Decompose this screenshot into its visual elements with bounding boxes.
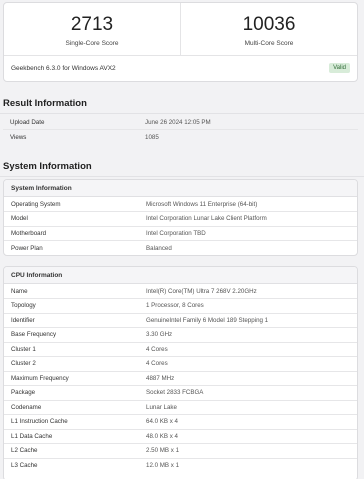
system-info-card: System Information Operating System Micro…: [3, 179, 358, 256]
single-core-value: 2713: [70, 14, 114, 35]
row-value: Intel Corporation TBD: [146, 225, 357, 241]
valid-badge: Valid: [329, 63, 350, 73]
row-value: 12.0 MB x 1: [146, 457, 357, 473]
single-core-score: 2713 Single-Core Score: [4, 3, 180, 55]
system-info-title: System Information: [3, 161, 92, 172]
row-value: Lunar Lake: [146, 399, 357, 415]
row-key: L1 Data Cache: [4, 428, 146, 444]
table-row: Operating System Microsoft Windows 11 Ent…: [4, 197, 357, 212]
row-key: Topology: [4, 298, 146, 313]
table-row: L2 Cache 2.50 MB x 1: [4, 443, 357, 458]
version-text: Geekbench 6.3.0 for Windows AVX2: [11, 65, 116, 72]
table-row: Name Intel(R) Core(TM) Ultra 7 268V 2.20G…: [4, 284, 357, 299]
row-key: Base Frequency: [4, 327, 146, 342]
table-row: L3 Cache 12.0 MB x 1: [4, 457, 357, 473]
row-key: L1 Instruction Cache: [4, 414, 146, 429]
result-info-title: Result Information: [3, 98, 87, 109]
table-row: Cluster 24 Cores: [4, 356, 357, 371]
section-divider: [0, 113, 364, 114]
cpu-info-card: CPU Information Name Intel(R) Core(TM) Ul…: [3, 266, 358, 479]
row-key: Identifier: [4, 312, 146, 328]
table-row: Maximum Frequency 4887 MHz: [4, 370, 357, 386]
table-row: L1 Data Cache 48.0 KB x 4: [4, 428, 357, 444]
row-value: 1085: [145, 129, 358, 144]
row-value: 64.0 KB x 4: [146, 414, 357, 429]
table-row: Model Intel Corporation Lunar Lake Client…: [4, 211, 357, 226]
row-value: 48.0 KB x 4: [146, 428, 357, 444]
score-card: 2713 Single-Core Score 10036 Multi-Core …: [3, 2, 358, 82]
row-value: Socket 2833 FCBGA: [146, 385, 357, 400]
row-value: Microsoft Windows 11 Enterprise (64-bit): [146, 200, 258, 208]
row-key: Package: [4, 385, 146, 400]
row-key: Operating System: [11, 200, 61, 208]
row-key: L2 Cache: [4, 443, 146, 458]
single-core-label: Single-Core Score: [65, 40, 119, 47]
table-row: Base Frequency 3.30 GHz: [4, 327, 357, 342]
row-key: Model: [4, 211, 146, 226]
table-row: Identifier GenuineIntel Family 6 Model 18…: [4, 312, 357, 328]
multi-core-label: Multi-Core Score: [244, 40, 294, 47]
system-info-header: System Information: [4, 180, 357, 197]
row-key: L3 Cache: [4, 457, 146, 473]
table-row: Upload Date June 26 2024 12:05 PM: [3, 115, 358, 130]
table-row: Codename Lunar Lake: [4, 399, 357, 415]
row-key: Cluster 2: [4, 356, 146, 371]
row-value: Intel(R) Core(TM) Ultra 7 268V 2.20GHz: [146, 287, 257, 295]
multi-core-value: 10036: [242, 14, 296, 35]
table-row: Topology 1 Processor, 8 Cores: [4, 298, 357, 313]
cpu-info-header: CPU Information: [4, 267, 357, 284]
multi-core-score: 10036 Multi-Core Score: [180, 3, 357, 55]
row-key: Cluster 1: [4, 341, 146, 357]
row-value: 1 Processor, 8 Cores: [146, 298, 357, 313]
table-row: Package Socket 2833 FCBGA: [4, 385, 357, 400]
row-value: 2.50 MB x 1: [146, 443, 357, 458]
score-row: 2713 Single-Core Score 10036 Multi-Core …: [4, 3, 357, 56]
row-key: Power Plan: [4, 240, 146, 255]
row-value: GenuineIntel Family 6 Model 189 Stepping…: [146, 312, 357, 328]
row-value: June 26 2024 12:05 PM: [145, 118, 211, 126]
row-key: Upload Date: [10, 118, 45, 126]
result-info-table: Upload Date June 26 2024 12:05 PM Views 108…: [3, 115, 358, 144]
row-key: Name: [11, 287, 28, 295]
section-divider: [0, 176, 364, 177]
row-key: Maximum Frequency: [4, 370, 146, 386]
row-value: 3.30 GHz: [146, 327, 357, 342]
cpu-info-table: Name Intel(R) Core(TM) Ultra 7 268V 2.20G…: [4, 284, 357, 473]
row-key: Codename: [4, 399, 146, 415]
row-value: 4887 MHz: [146, 370, 357, 386]
row-key: Motherboard: [4, 225, 146, 241]
system-info-table: Operating System Microsoft Windows 11 Ent…: [4, 197, 357, 255]
table-row: Cluster 14 Cores: [4, 341, 357, 357]
table-row: Power Plan Balanced: [4, 240, 357, 255]
row-value: 4 Cores: [146, 356, 357, 371]
row-value: Balanced: [146, 240, 357, 255]
table-row: Motherboard Intel Corporation TBD: [4, 225, 357, 241]
row-value: 4 Cores: [146, 341, 357, 357]
table-row: Views 1085: [3, 129, 358, 144]
row-value: Intel Corporation Lunar Lake Client Plat…: [146, 211, 357, 226]
score-footer: Geekbench 6.3.0 for Windows AVX2 Valid: [4, 56, 357, 82]
table-row: L1 Instruction Cache 64.0 KB x 4: [4, 414, 357, 429]
row-key: Views: [3, 129, 145, 144]
